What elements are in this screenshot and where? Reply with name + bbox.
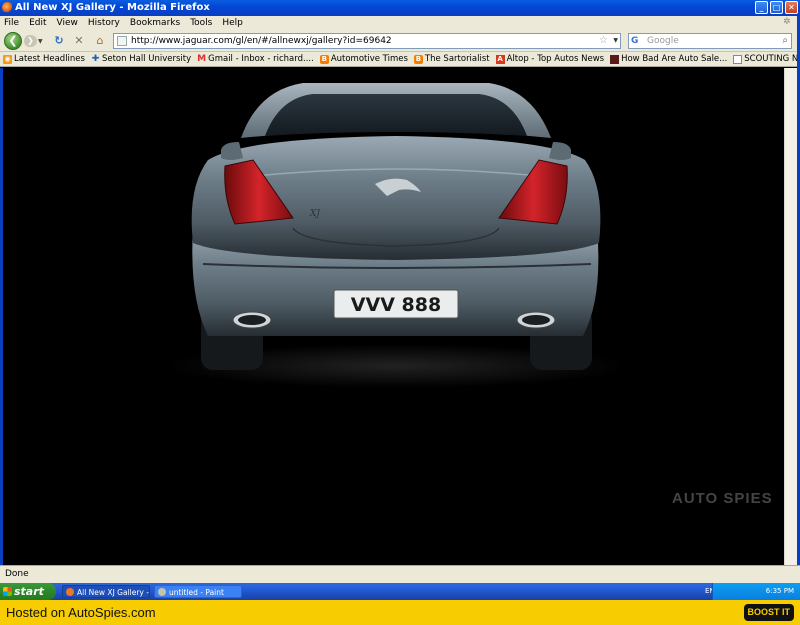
status-text: Done — [5, 569, 29, 579]
autospies-watermark: AUTO SPIES — [672, 490, 773, 507]
bookmark-seton-hall[interactable]: ✚ Seton Hall University — [91, 54, 191, 64]
menu-bookmarks[interactable]: Bookmarks — [130, 18, 180, 28]
system-tray: 6:35 PM — [712, 583, 800, 600]
back-button[interactable]: ❮ — [4, 32, 22, 50]
rear-window — [265, 94, 527, 136]
window-controls: _ □ ✕ — [755, 1, 798, 14]
window-titlebar: All New XJ Gallery - Mozilla Firefox _ □… — [0, 0, 800, 16]
home-icon[interactable]: ⌂ — [93, 34, 107, 48]
page-content: XJ VVV 888 — [3, 68, 784, 565]
search-icon[interactable]: ⌕ — [782, 34, 788, 48]
bookmark-gmail[interactable]: M Gmail - Inbox - richard.... — [197, 54, 314, 64]
bookmark-auto-sales[interactable]: How Bad Are Auto Sale... — [610, 54, 727, 64]
window-title: All New XJ Gallery - Mozilla Firefox — [15, 2, 210, 13]
menu-file[interactable]: File — [4, 18, 19, 28]
car-rear-image: XJ VVV 888 — [166, 83, 626, 388]
minimize-button[interactable]: _ — [755, 1, 768, 14]
window-frame-left — [0, 68, 3, 565]
bookmark-automotive-times[interactable]: B Automotive Times — [319, 54, 408, 64]
menu-help[interactable]: Help — [222, 18, 243, 28]
search-input[interactable]: G Google ⌕ — [628, 33, 792, 49]
forward-button[interactable]: ❯ — [24, 35, 37, 47]
history-dropdown-icon[interactable]: ▼ — [38, 38, 43, 45]
firefox-icon — [66, 588, 74, 596]
bookmark-sartorialist[interactable]: B The Sartorialist — [413, 54, 490, 64]
reload-icon[interactable]: ↻ — [52, 34, 66, 48]
blogger-icon: B — [413, 54, 423, 64]
altop-icon: A — [495, 54, 505, 64]
autospies-footer: Hosted on AutoSpies.com BOOST IT — [0, 600, 800, 625]
taskbar: start All New XJ Gallery - M... untitled… — [0, 583, 800, 600]
search-placeholder: Google — [647, 36, 679, 46]
throbber-icon: ✲ — [783, 17, 791, 27]
license-plate-text: VVV 888 — [351, 294, 441, 316]
taskbar-item-firefox[interactable]: All New XJ Gallery - M... — [62, 585, 150, 598]
blogger-icon: B — [319, 54, 329, 64]
start-button[interactable]: start — [0, 583, 56, 600]
bookmarks-toolbar: ◉ Latest Headlines ✚ Seton Hall University… — [0, 52, 800, 67]
menu-history[interactable]: History — [88, 18, 120, 28]
bookmark-altop[interactable]: A Altop - Top Autos News — [495, 54, 604, 64]
url-text: http://www.jaguar.com/gl/en/#/allnewxj/g… — [131, 36, 392, 46]
bookmark-scouting-ny[interactable]: SCOUTING NY - www.s... — [733, 54, 800, 64]
search-engine-icon[interactable]: G — [631, 35, 645, 47]
gmail-icon: M — [197, 53, 207, 64]
windows-flag-icon — [3, 587, 12, 596]
address-bar[interactable]: http://www.jaguar.com/gl/en/#/allnewxj/g… — [113, 33, 621, 49]
url-dropdown-icon[interactable]: ▼ — [613, 34, 618, 48]
boost-it-button[interactable]: BOOST IT — [743, 604, 794, 621]
dark-icon — [610, 54, 620, 64]
menu-bar: File Edit View History Bookmarks Tools H… — [0, 16, 800, 30]
menu-edit[interactable]: Edit — [29, 18, 46, 28]
menu-tools[interactable]: Tools — [190, 18, 212, 28]
firefox-icon — [2, 2, 13, 13]
hosted-on-text[interactable]: Hosted on AutoSpies.com — [6, 605, 156, 620]
navigation-toolbar: ❮ ❯ ▼ ↻ ✕ ⌂ http://www.jaguar.com/gl/en/… — [0, 30, 800, 52]
menu-view[interactable]: View — [57, 18, 78, 28]
rss-icon: ◉ — [3, 54, 12, 64]
clock[interactable]: 6:35 PM — [766, 587, 794, 595]
close-button[interactable]: ✕ — [785, 1, 798, 14]
taskbar-item-paint[interactable]: untitled - Paint — [154, 585, 242, 598]
page-favicon-icon — [117, 36, 127, 46]
bookmark-latest-headlines[interactable]: ◉ Latest Headlines — [3, 54, 85, 64]
right-mirror — [549, 142, 571, 160]
bookmark-star-icon[interactable]: ☆ — [599, 34, 608, 48]
seton-icon: ✚ — [91, 53, 100, 64]
left-mirror — [221, 142, 243, 160]
xj-badge: XJ — [309, 209, 321, 219]
status-bar: Done — [0, 565, 800, 583]
paint-icon — [158, 588, 166, 596]
maximize-button[interactable]: □ — [770, 1, 783, 14]
stop-icon[interactable]: ✕ — [72, 34, 86, 48]
page-icon — [733, 54, 743, 64]
